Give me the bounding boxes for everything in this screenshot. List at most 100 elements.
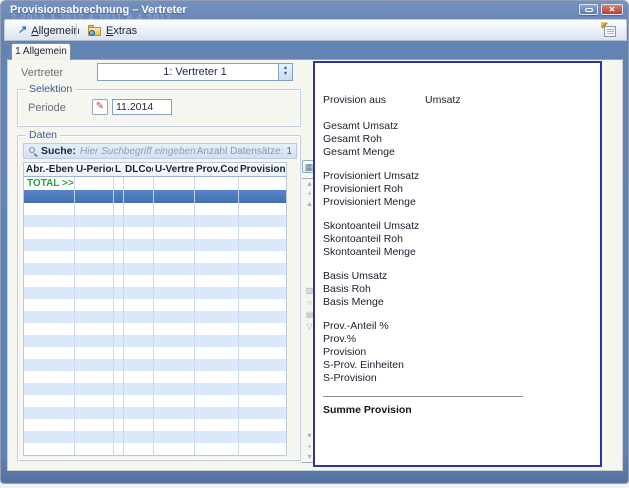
column-header-u-vertreter[interactable]: U-Vertreter xyxy=(153,163,194,176)
grid-body[interactable] xyxy=(24,203,286,455)
grid-row[interactable] xyxy=(24,263,286,275)
restore-button[interactable] xyxy=(579,4,598,15)
report-label-skontoanteil-roh: Skontoanteil Roh xyxy=(323,233,592,246)
data-grid[interactable]: Abr.-EbeneU-PeriodeLDLCodeU-VertreterPro… xyxy=(23,162,287,456)
column-header-l[interactable]: L xyxy=(113,163,123,176)
grid-row[interactable] xyxy=(24,443,286,455)
report-section: Skontoanteil UmsatzSkontoanteil RohSkont… xyxy=(323,220,592,259)
grid-row[interactable] xyxy=(24,215,286,227)
report-section: Provisioniert UmsatzProvisioniert RohPro… xyxy=(323,170,592,209)
search-input[interactable] xyxy=(80,146,197,157)
report-label-gesamt-menge: Gesamt Menge xyxy=(323,146,592,159)
close-button[interactable]: ✕ xyxy=(601,4,623,15)
grid-row[interactable] xyxy=(24,287,286,299)
report-label-prov-anteil-: Prov.-Anteil % xyxy=(323,320,592,333)
summary-divider xyxy=(323,396,523,397)
report-label-skontoanteil-umsatz: Skontoanteil Umsatz xyxy=(323,220,592,233)
grid-total-row[interactable]: TOTAL >> xyxy=(24,177,286,190)
restore-icon xyxy=(585,8,593,12)
report-label-skontoanteil-menge: Skontoanteil Menge xyxy=(323,246,592,259)
column-header-provision-[interactable]: Provision € xyxy=(238,163,286,176)
grid-line xyxy=(153,177,154,455)
report-label-prov-: Prov.% xyxy=(323,333,592,346)
column-header-u-periode[interactable]: U-Periode xyxy=(74,163,113,176)
provision-aus-label: Provision aus xyxy=(323,94,386,106)
grid-selected-row[interactable] xyxy=(24,190,286,203)
report-section: Prov.-Anteil %Prov.%ProvisionS-Prov. Ein… xyxy=(323,320,592,385)
report-groups: Gesamt UmsatzGesamt RohGesamt Menge Provi… xyxy=(323,120,592,385)
report-label-provision: Provision xyxy=(323,346,592,359)
grid-row[interactable] xyxy=(24,311,286,323)
toolbar-separator xyxy=(76,23,77,38)
summe-provision-label: Summe Provision xyxy=(323,404,592,416)
report-label-basis-menge: Basis Menge xyxy=(323,296,592,309)
report-label-basis-umsatz: Basis Umsatz xyxy=(323,270,592,283)
print-button[interactable] xyxy=(600,22,620,40)
provision-aus-row: Provision aus Umsatz xyxy=(323,94,592,107)
arrow-northeast-icon: ↗ xyxy=(18,25,27,36)
grid-row[interactable] xyxy=(24,419,286,431)
selektion-groupbox: Selektion Periode ✎ xyxy=(17,89,301,127)
report-label-provisioniert-menge: Provisioniert Menge xyxy=(323,196,592,209)
grid-header[interactable]: Abr.-EbeneU-PeriodeLDLCodeU-VertreterPro… xyxy=(24,163,286,177)
grid-row[interactable] xyxy=(24,395,286,407)
toolbar-allgemein-label: Allgemein xyxy=(31,25,79,37)
periode-picker-button[interactable]: ✎ xyxy=(92,99,108,115)
vertreter-label: Vertreter xyxy=(21,67,63,79)
grid-line xyxy=(113,177,114,455)
grid-row[interactable] xyxy=(24,431,286,443)
column-header-dlcode[interactable]: DLCode xyxy=(123,163,153,176)
title-bar[interactable]: Provisionsabrechnung – Vertreter 2 2013 … xyxy=(1,1,628,19)
toolbar-extras-label: Extras xyxy=(106,25,137,37)
report-label-s-provision: S-Provision xyxy=(323,372,592,385)
daten-groupbox: Daten Suche: Anzahl Datensätze: 1 Abr.-E… xyxy=(17,135,301,461)
grid-row[interactable] xyxy=(24,251,286,263)
grid-row[interactable] xyxy=(24,407,286,419)
grid-row[interactable] xyxy=(24,299,286,311)
column-header-abr-ebene[interactable]: Abr.-Ebene xyxy=(24,163,74,176)
grid-row[interactable] xyxy=(24,347,286,359)
grid-row[interactable] xyxy=(24,359,286,371)
toolbar-item-allgemein[interactable]: ↗ Allgemein xyxy=(13,22,85,39)
selektion-title: Selektion xyxy=(26,83,75,95)
record-count-value: 1 xyxy=(286,146,292,157)
vertreter-combobox[interactable]: 1: Vertreter 1 ▲▼ xyxy=(97,63,293,81)
grid-line xyxy=(194,177,195,455)
record-count-label: Anzahl Datensätze: xyxy=(197,146,284,157)
grid-row[interactable] xyxy=(24,323,286,335)
tab-allgemein[interactable]: 1 Allgemein xyxy=(11,43,71,60)
grid-line xyxy=(74,177,75,455)
report-label-s-prov-einheiten: S-Prov. Einheiten xyxy=(323,359,592,372)
report-label-provisioniert-umsatz: Provisioniert Umsatz xyxy=(323,170,592,183)
grid-row[interactable] xyxy=(24,203,286,215)
grid-row[interactable] xyxy=(24,239,286,251)
spinner-icon[interactable]: ▲▼ xyxy=(278,64,292,80)
vertreter-value: 1: Vertreter 1 xyxy=(163,66,227,78)
search-bar[interactable]: Suche: Anzahl Datensätze: 1 xyxy=(23,143,297,159)
grid-line xyxy=(238,177,239,455)
periode-label: Periode xyxy=(28,102,66,114)
toolbar-item-extras[interactable]: Extras xyxy=(83,22,142,39)
grid-row[interactable] xyxy=(24,275,286,287)
toolbar: ↗ Allgemein Extras xyxy=(4,19,627,41)
report-section: Gesamt UmsatzGesamt RohGesamt Menge xyxy=(323,120,592,159)
grid-row[interactable] xyxy=(24,227,286,239)
print-arrow-icon xyxy=(601,22,607,28)
report-label-provisioniert-roh: Provisioniert Roh xyxy=(323,183,592,196)
report-label-basis-roh: Basis Roh xyxy=(323,283,592,296)
grid-row[interactable] xyxy=(24,383,286,395)
search-icon xyxy=(29,147,37,155)
app-window: Provisionsabrechnung – Vertreter 2 2013 … xyxy=(0,0,629,484)
grid-line xyxy=(123,177,124,455)
folder-icon xyxy=(88,25,102,36)
report-section: Basis UmsatzBasis RohBasis Menge xyxy=(323,270,592,309)
provision-aus-value: Umsatz xyxy=(425,94,461,107)
report-panel: Provision aus Umsatz Gesamt UmsatzGesamt… xyxy=(313,61,602,467)
grid-row[interactable] xyxy=(24,335,286,347)
report-label-gesamt-umsatz: Gesamt Umsatz xyxy=(323,120,592,133)
search-label: Suche: xyxy=(41,145,76,157)
periode-input[interactable] xyxy=(112,99,172,115)
report-label-gesamt-roh: Gesamt Roh xyxy=(323,133,592,146)
grid-row[interactable] xyxy=(24,371,286,383)
column-header-prov-code[interactable]: Prov.Code xyxy=(194,163,238,176)
